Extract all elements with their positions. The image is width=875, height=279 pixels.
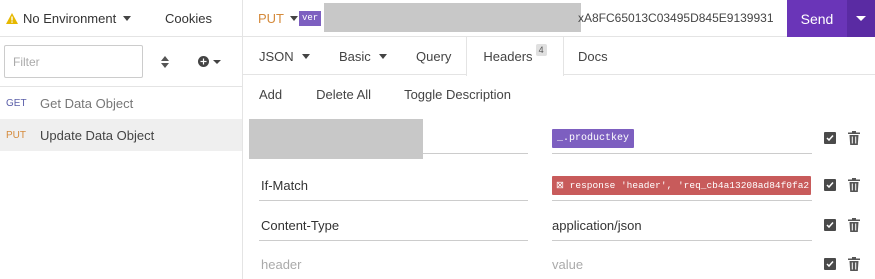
delete-all-button[interactable]: Delete All <box>316 87 371 102</box>
send-button[interactable]: Send <box>787 0 847 37</box>
tab-docs[interactable]: Docs <box>578 37 608 75</box>
warning-icon <box>6 12 18 24</box>
trash-icon[interactable] <box>848 178 860 192</box>
tab-body-json[interactable]: JSON <box>259 37 310 75</box>
chevron-down-icon <box>123 15 132 21</box>
check-icon <box>826 222 834 229</box>
header-value-response-tag[interactable]: ⊠ response 'header', 'req_cb4a13208ad84f… <box>552 176 811 195</box>
chevron-down-icon <box>301 53 310 59</box>
check-icon <box>826 135 834 142</box>
name-underline <box>423 153 528 154</box>
chevron-down-icon <box>856 16 866 21</box>
url-variable-tag[interactable]: ver <box>299 11 322 26</box>
header-enabled-checkbox[interactable] <box>824 179 836 191</box>
method-selector[interactable]: PUT <box>243 11 299 26</box>
url-bar: PUT ver xA8FC65013C03495D845E9139931 Sen… <box>243 0 875 37</box>
request-tabs: JSON Basic Query Headers 4 Docs <box>243 37 875 76</box>
header-enabled-checkbox[interactable] <box>824 132 836 144</box>
environment-label: No Environment <box>23 10 117 26</box>
check-icon <box>826 182 834 189</box>
toggle-description-button[interactable]: Toggle Description <box>404 87 511 102</box>
trash-icon[interactable] <box>848 131 860 145</box>
tab-query[interactable]: Query <box>416 37 451 75</box>
add-request-button[interactable] <box>198 56 221 67</box>
name-underline <box>259 200 528 201</box>
headers-count-badge: 4 <box>535 43 547 56</box>
add-header-button[interactable]: Add <box>259 87 282 102</box>
request-item-get-data-object[interactable]: GET Get Data Object <box>0 87 242 119</box>
header-enabled-checkbox[interactable] <box>824 219 836 231</box>
chevron-down-icon <box>378 53 387 59</box>
environment-selector[interactable]: No Environment <box>0 0 140 36</box>
header-row-new: header value <box>243 247 875 279</box>
header-row: Content-Type application/json <box>243 208 875 248</box>
name-underline <box>259 240 528 241</box>
tab-label: Query <box>416 48 452 64</box>
request-item-update-data-object[interactable]: PUT Update Data Object <box>0 119 242 151</box>
cookies-button[interactable]: Cookies <box>165 11 212 26</box>
tab-label: JSON <box>259 48 294 64</box>
header-enabled-checkbox[interactable] <box>824 258 836 270</box>
plus-circle-icon <box>198 56 209 67</box>
tab-label: Docs <box>578 48 608 64</box>
redacted-header-name <box>249 119 423 159</box>
sidebar: No Environment Cookies GET Get Data Obje… <box>0 0 243 279</box>
trash-icon[interactable] <box>848 257 860 271</box>
request-name: Update Data Object <box>40 127 155 143</box>
header-name-input[interactable]: Content-Type <box>261 218 339 233</box>
request-method: GET <box>6 97 27 109</box>
send-options-button[interactable] <box>847 0 875 37</box>
tab-auth-basic[interactable]: Basic <box>339 37 387 75</box>
header-name-placeholder[interactable]: header <box>261 257 301 272</box>
filter-row <box>0 37 242 87</box>
header-name-input[interactable]: If-Match <box>261 178 308 193</box>
headers-actions: Add Delete All Toggle Description <box>243 75 875 113</box>
request-method: PUT <box>6 129 26 141</box>
value-underline <box>552 240 812 241</box>
header-row: _.productkey <box>243 119 875 161</box>
sidebar-header: No Environment Cookies <box>0 0 242 37</box>
value-underline <box>552 200 812 201</box>
sort-icon[interactable] <box>160 55 170 69</box>
url-text: xA8FC65013C03495D845E9139931 <box>578 11 774 25</box>
request-pane: PUT ver xA8FC65013C03495D845E9139931 Sen… <box>243 0 875 279</box>
method-label: PUT <box>258 10 284 26</box>
request-name: Get Data Object <box>40 95 134 111</box>
header-row: If-Match ⊠ response 'header', 'req_cb4a1… <box>243 168 875 208</box>
filter-input[interactable] <box>4 45 143 78</box>
check-icon <box>826 261 834 268</box>
chevron-down-icon <box>290 15 298 21</box>
redacted-url-block <box>324 3 581 32</box>
url-input[interactable]: ver xA8FC65013C03495D845E9139931 <box>299 0 787 37</box>
header-value-input[interactable]: application/json <box>552 218 642 233</box>
trash-icon[interactable] <box>848 218 860 232</box>
tab-label: Basic <box>339 48 371 64</box>
tab-label: Headers <box>483 49 533 64</box>
header-value-variable-tag[interactable]: _.productkey <box>552 129 635 148</box>
header-value-placeholder[interactable]: value <box>552 257 583 272</box>
chevron-down-icon <box>213 59 221 64</box>
tab-headers[interactable]: Headers 4 <box>466 37 564 76</box>
value-underline <box>552 153 812 154</box>
